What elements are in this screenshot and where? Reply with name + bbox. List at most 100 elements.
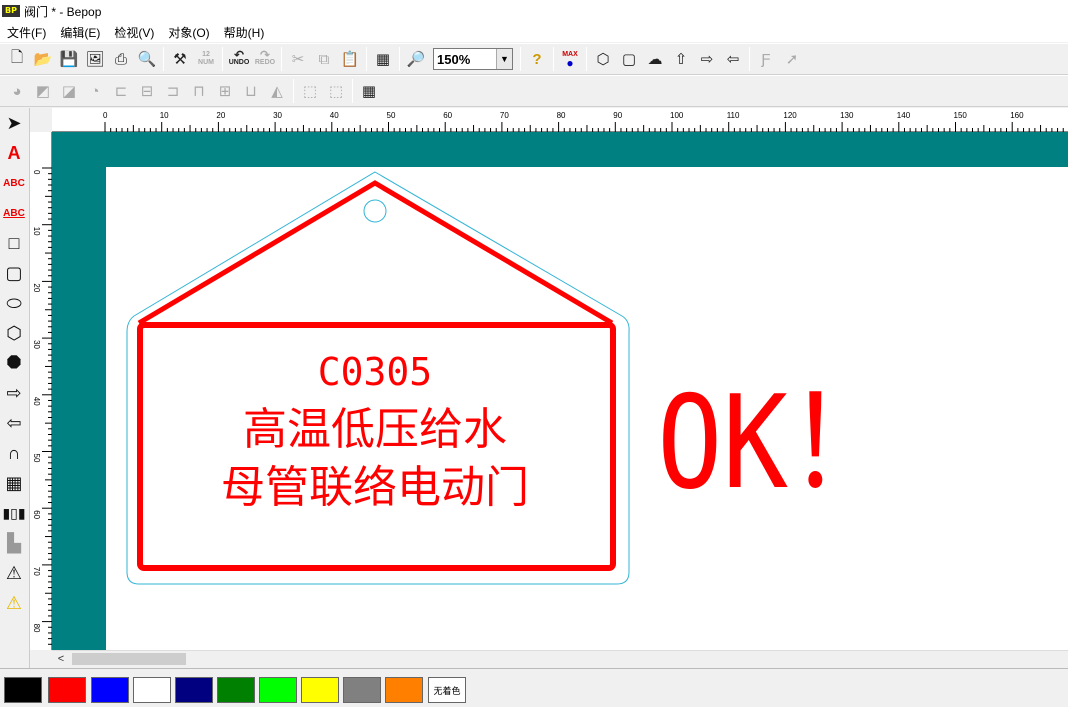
undo-button[interactable]: ↶ UNDO [226, 46, 252, 72]
tag-shape-3-icon[interactable]: ☁ [642, 46, 668, 72]
ruler-label: 80 [32, 624, 41, 633]
tag-shape-4-icon[interactable]: ⇧ [668, 46, 694, 72]
grid-settings-icon[interactable]: ▦ [370, 46, 396, 72]
group-icon[interactable]: ◔ [82, 78, 108, 104]
align-center-icon[interactable]: ⊟ [134, 78, 160, 104]
horizontal-scrollbar[interactable]: < [52, 650, 1068, 666]
swatch-yellow[interactable] [301, 677, 339, 703]
tag-shape-1-icon[interactable]: ⬡ [590, 46, 616, 72]
bring-front-icon[interactable]: ◩ [30, 78, 56, 104]
hexagon-tool-icon[interactable]: ⬡ [0, 318, 28, 348]
warning-sign-icon[interactable]: ⚠ [0, 558, 28, 588]
table-tool-icon[interactable]: ▦ [0, 468, 28, 498]
text-tool-icon[interactable]: A [0, 138, 28, 168]
swatch-green[interactable] [217, 677, 255, 703]
import-image-icon[interactable]: 🖼 [82, 46, 108, 72]
tag-shape-2-icon[interactable]: ▢ [616, 46, 642, 72]
tag-shape-6-icon[interactable]: ⇦ [720, 46, 746, 72]
align-right-icon[interactable]: ⊐ [160, 78, 186, 104]
zoom-icon[interactable]: 🔎 [403, 46, 429, 72]
print-icon[interactable]: ⎙ [108, 46, 134, 72]
rectangle-tool-icon[interactable]: □ [0, 228, 28, 258]
print-preview-icon[interactable]: 🔍 [134, 46, 160, 72]
design-canvas[interactable]: C0305 高温低压给水 母管联络电动门 OK！ [52, 132, 1068, 650]
swatch-gray[interactable] [343, 677, 381, 703]
arc-text-tool-icon[interactable]: ABC [0, 168, 28, 198]
distribute-v-icon[interactable]: ⬚ [323, 78, 349, 104]
arrow-left-tool-icon[interactable]: ⇦ [0, 408, 28, 438]
tag-roof-border[interactable] [137, 180, 614, 326]
swatch-blue[interactable] [91, 677, 129, 703]
menu-help[interactable]: 帮助(H) [217, 24, 272, 41]
scroll-left-icon[interactable]: < [54, 652, 68, 666]
send-back-icon[interactable]: ◪ [56, 78, 82, 104]
swatch-white[interactable] [133, 677, 171, 703]
export-icon[interactable]: ➚ [779, 46, 805, 72]
distribute-h-icon[interactable]: ⬚ [297, 78, 323, 104]
tag-shape-5-icon[interactable]: ⇨ [694, 46, 720, 72]
barcode-tool-icon[interactable]: ▮▯▮ [0, 498, 28, 528]
align-top-icon[interactable]: ⊓ [186, 78, 212, 104]
warning-sign-yellow-icon[interactable]: ⚠ [0, 588, 28, 618]
swatch-lime[interactable] [259, 677, 297, 703]
toolbar-separator [281, 47, 282, 71]
ok-stamp[interactable]: OK！ [657, 369, 897, 518]
tag-drawing[interactable]: C0305 高温低压给水 母管联络电动门 OK！ [52, 132, 1068, 650]
swatch-orange[interactable] [385, 677, 423, 703]
scroll-thumb[interactable] [72, 653, 186, 665]
menu-bar: 文件(F) 编辑(E) 检视(V) 对象(O) 帮助(H) [0, 22, 1068, 42]
arrow-right-tool-icon[interactable]: ⇨ [0, 378, 28, 408]
help-icon[interactable]: ? [524, 46, 550, 72]
zoom-select[interactable]: 150% ▼ [433, 48, 513, 70]
toolbar-separator [366, 47, 367, 71]
horizontal-ruler-scale: 0 10 20 30 40 50 60 70 80 90 100 110 120 130 140 150 160 [103, 111, 1064, 132]
swatch-red[interactable] [48, 677, 86, 703]
ruler-label: 40 [32, 397, 41, 406]
ruler-label: 60 [32, 510, 41, 519]
new-file-icon[interactable]: 🗋 [4, 46, 30, 72]
save-icon[interactable]: 💾 [56, 46, 82, 72]
paste-icon[interactable]: 📋 [337, 46, 363, 72]
title-bar: BP 阀门 * - Bepop [0, 0, 1068, 22]
hanging-hole[interactable] [363, 199, 387, 223]
ruler-label: 50 [387, 111, 396, 120]
toolbar-separator [222, 47, 223, 71]
ruler-label: 120 [783, 111, 797, 120]
menu-edit[interactable]: 编辑(E) [53, 24, 107, 41]
align-bottom-icon[interactable]: ⊔ [238, 78, 264, 104]
select-arrow-icon[interactable]: ➤ [0, 108, 28, 138]
drawing-tools-panel: ➤ A ABC ABC □ ▢ ⬭ ⬡ ⯃ ⇨ ⇦ ∩ ▦ ▮▯▮ ▙ ⚠ ⚠ [0, 108, 30, 668]
ellipse-tool-icon[interactable]: ⬭ [0, 288, 28, 318]
menu-view[interactable]: 检视(V) [107, 24, 161, 41]
num-button[interactable]: 12 NUM [193, 46, 219, 72]
octagon-tool-icon[interactable]: ⯃ [0, 348, 28, 378]
box-text-tool-icon[interactable]: ABC [0, 198, 28, 228]
horizontal-ruler: 0 10 20 30 40 50 60 70 80 90 100 110 120 130 140 150 160 [52, 108, 1068, 132]
align-middle-icon[interactable]: ⊞ [212, 78, 238, 104]
chevron-down-icon[interactable]: ▼ [496, 49, 512, 69]
open-folder-icon[interactable]: 📂 [30, 46, 56, 72]
menu-object[interactable]: 对象(O) [161, 24, 216, 41]
combine-icon[interactable]: ◕ [4, 78, 30, 104]
menu-file[interactable]: 文件(F) [0, 24, 53, 41]
cut-icon[interactable]: ✂ [285, 46, 311, 72]
rounded-rect-tool-icon[interactable]: ▢ [0, 258, 28, 288]
ruler-label: 50 [32, 454, 41, 463]
ruler-label: 20 [32, 283, 41, 292]
arch-tool-icon[interactable]: ∩ [0, 438, 28, 468]
copy-icon[interactable]: ⧉ [311, 46, 337, 72]
tag-line2[interactable]: 母管联络电动门 [221, 462, 529, 513]
swatch-black[interactable] [4, 677, 42, 703]
max-button[interactable]: MAX ● [557, 46, 583, 72]
flip-icon[interactable]: ◭ [264, 78, 290, 104]
tag-line1[interactable]: 高温低压给水 [243, 404, 507, 455]
font-icon[interactable]: Ƒ [753, 46, 779, 72]
redo-button[interactable]: ↷ REDO [252, 46, 278, 72]
no-color-swatch[interactable]: 无着色 [428, 677, 466, 703]
align-left-icon[interactable]: ⊏ [108, 78, 134, 104]
image-tool-icon[interactable]: ▙ [0, 528, 28, 558]
tools-icon[interactable]: ⚒ [167, 46, 193, 72]
tag-code[interactable]: C0305 [318, 350, 432, 394]
swatch-navy[interactable] [175, 677, 213, 703]
table-grid-icon[interactable]: ▦ [356, 78, 382, 104]
